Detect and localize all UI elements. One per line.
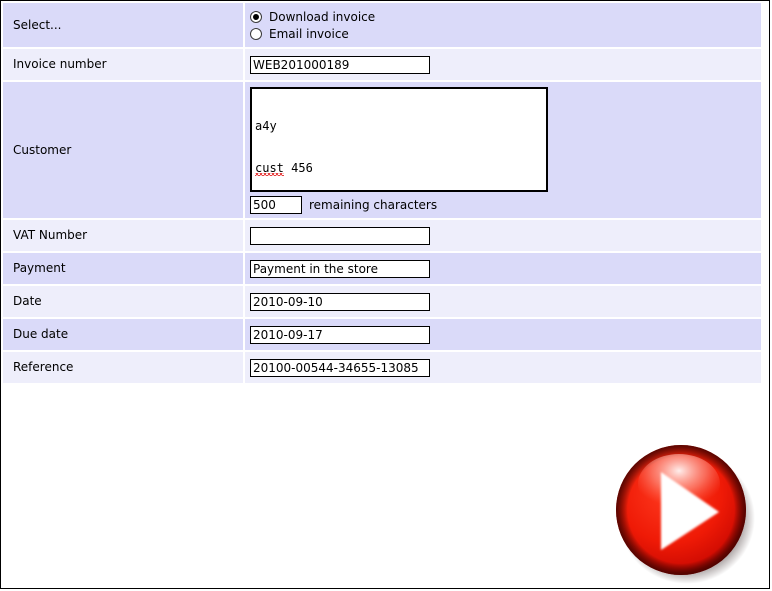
value-due-date: [245, 319, 761, 350]
remaining-characters-input[interactable]: [250, 196, 302, 214]
form-row-invoice-number: Invoice number: [3, 49, 761, 80]
form-row-reference: Reference: [3, 352, 761, 383]
label-date: Date: [3, 286, 243, 317]
label-payment: Payment: [3, 253, 243, 284]
value-select: Download invoice Email invoice: [245, 3, 761, 47]
form-row-due-date: Due date: [3, 319, 761, 350]
form-row-customer: Customer a4y cust 456 DZ468 customercity…: [3, 82, 761, 218]
label-select: Select...: [3, 3, 243, 47]
label-vat-number: VAT Number: [3, 220, 243, 251]
remaining-characters-label: remaining characters: [309, 198, 438, 212]
customer-address-line-2: cust 456: [255, 161, 543, 175]
radio-label-download-invoice: Download invoice: [269, 10, 376, 24]
label-customer: Customer: [3, 82, 243, 218]
invoice-form-page: Select... Download invoice Email invoice: [0, 0, 770, 589]
label-reference: Reference: [3, 352, 243, 383]
label-due-date: Due date: [3, 319, 243, 350]
form-row-payment: Payment: [3, 253, 761, 284]
radio-icon-download-invoice[interactable]: [250, 11, 262, 23]
vat-number-input[interactable]: [250, 226, 430, 245]
date-input[interactable]: [250, 292, 430, 311]
due-date-input[interactable]: [250, 325, 430, 344]
remaining-characters-row: remaining characters: [250, 196, 761, 214]
label-invoice-number: Invoice number: [3, 49, 243, 80]
spellcheck-word-cust: cust: [255, 161, 284, 175]
radio-option-download-invoice[interactable]: Download invoice: [250, 9, 761, 25]
form-row-vat-number: VAT Number: [3, 220, 761, 251]
play-icon[interactable]: [609, 438, 759, 588]
form-row-date: Date: [3, 286, 761, 317]
value-payment: [245, 253, 761, 284]
radio-icon-email-invoice[interactable]: [250, 28, 262, 40]
customer-address-line-1: a4y: [255, 119, 277, 133]
value-customer: a4y cust 456 DZ468 customercity Belgium …: [245, 82, 761, 218]
radio-option-email-invoice[interactable]: Email invoice: [250, 26, 761, 42]
invoice-form-table: Select... Download invoice Email invoice: [1, 1, 763, 385]
payment-input[interactable]: [250, 259, 430, 278]
form-row-select: Select... Download invoice Email invoice: [3, 3, 761, 47]
value-invoice-number: [245, 49, 761, 80]
customer-address-line-2-rest: 456: [283, 161, 313, 175]
value-date: [245, 286, 761, 317]
customer-field-stack: a4y cust 456 DZ468 customercity Belgium …: [250, 82, 761, 218]
radio-label-email-invoice: Email invoice: [269, 27, 349, 41]
value-vat-number: [245, 220, 761, 251]
invoice-delivery-radio-group[interactable]: Download invoice Email invoice: [250, 3, 761, 47]
invoice-number-input[interactable]: [250, 55, 430, 74]
customer-address-textarea[interactable]: a4y cust 456 DZ468 customercity Belgium: [250, 87, 548, 192]
value-reference: [245, 352, 761, 383]
reference-input[interactable]: [250, 358, 430, 377]
